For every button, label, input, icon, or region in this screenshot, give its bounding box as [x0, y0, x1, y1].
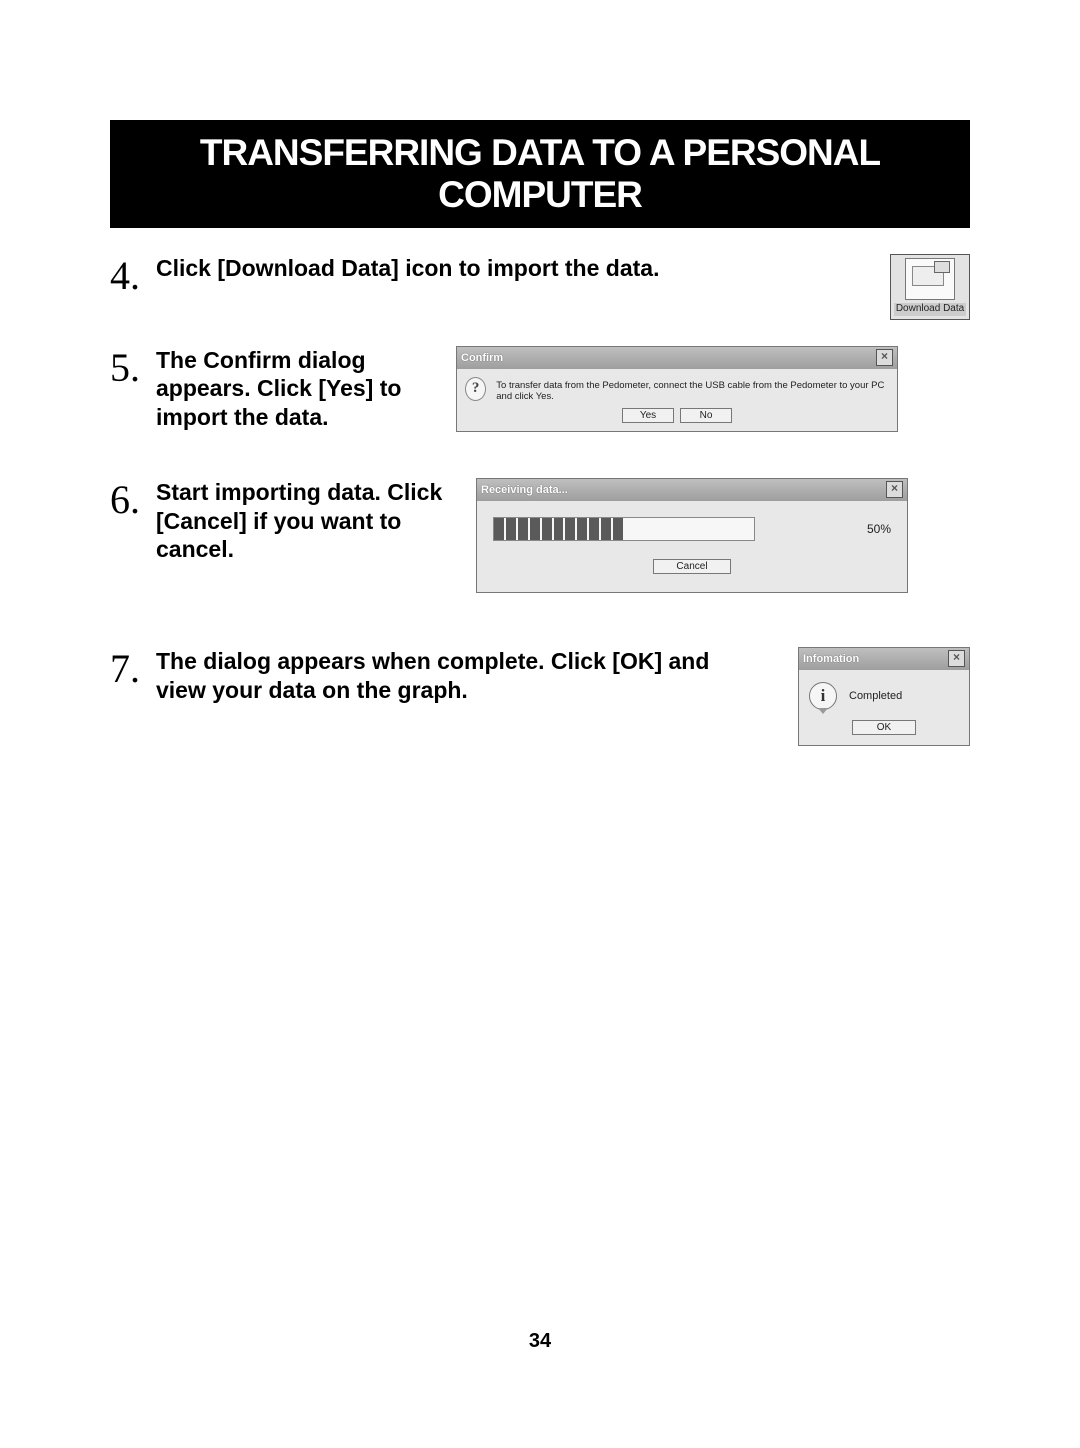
receiving-dialog-titlebar: Receiving data... × — [477, 479, 907, 501]
no-button[interactable]: No — [680, 408, 732, 423]
step-4-text: Click [Download Data] icon to import the… — [156, 254, 659, 283]
close-icon[interactable]: × — [876, 349, 893, 366]
step-number: 4. — [110, 254, 156, 296]
download-data-icon-graphic — [905, 258, 955, 300]
yes-button[interactable]: Yes — [622, 408, 674, 423]
step-5: 5. The Confirm dialog appears. Click [Ye… — [110, 346, 970, 432]
progress-percent: 50% — [867, 522, 891, 536]
confirm-dialog-title: Confirm — [461, 352, 503, 364]
section-banner: TRANSFERRING DATA TO A PERSONAL COMPUTER — [110, 120, 970, 228]
information-dialog: Infomation × i Completed OK — [798, 647, 970, 746]
close-icon[interactable]: × — [886, 481, 903, 498]
confirm-dialog-titlebar: Confirm × — [457, 347, 897, 369]
ok-button[interactable]: OK — [852, 720, 916, 735]
progress-bar — [493, 517, 755, 541]
confirm-dialog: Confirm × ? To transfer data from the Pe… — [456, 346, 898, 432]
info-icon: i — [809, 682, 837, 710]
manual-page: TRANSFERRING DATA TO A PERSONAL COMPUTER… — [0, 0, 1080, 1448]
question-icon: ? — [465, 377, 486, 401]
information-dialog-message: Completed — [849, 690, 902, 702]
step-6-text: Start importing data. Click [Cancel] if … — [156, 478, 456, 564]
information-dialog-titlebar: Infomation × — [799, 648, 969, 670]
step-7: 7. The dialog appears when complete. Cli… — [110, 647, 970, 746]
step-5-text: The Confirm dialog appears. Click [Yes] … — [156, 346, 436, 432]
receiving-dialog: Receiving data... × 50% — [476, 478, 908, 593]
step-6: 6. Start importing data. Click [Cancel] … — [110, 478, 970, 593]
receiving-dialog-title: Receiving data... — [481, 484, 568, 496]
information-dialog-title: Infomation — [803, 653, 859, 665]
page-number: 34 — [0, 1330, 1080, 1353]
step-4: 4. Click [Download Data] icon to import … — [110, 254, 970, 320]
download-data-icon[interactable]: Download Data — [890, 254, 970, 320]
step-number: 5. — [110, 346, 156, 388]
step-number: 6. — [110, 478, 156, 520]
step-7-text: The dialog appears when complete. Click … — [156, 647, 716, 705]
step-number: 7. — [110, 647, 156, 689]
confirm-dialog-message: To transfer data from the Pedometer, con… — [496, 377, 889, 402]
close-icon[interactable]: × — [948, 650, 965, 667]
cancel-button[interactable]: Cancel — [653, 559, 731, 574]
download-data-icon-label: Download Data — [894, 303, 966, 316]
